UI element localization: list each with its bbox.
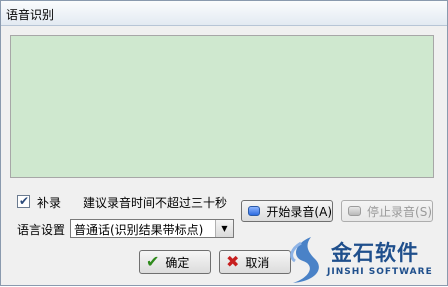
title-bar[interactable]: 语音识别 xyxy=(1,1,447,26)
stop-recording-button[interactable]: 停止录音(S) xyxy=(341,200,433,222)
chevron-down-icon[interactable]: ▼ xyxy=(215,220,233,237)
cancel-label: 取消 xyxy=(245,255,270,270)
ok-button[interactable]: ✔ 确定 xyxy=(139,250,211,274)
close-icon: ✖ xyxy=(226,252,240,271)
brand-watermark: 金石软件 JINSHI SOFTWARE xyxy=(279,231,448,287)
supplement-checkbox[interactable]: ✔ xyxy=(17,194,30,208)
recording-hint: 建议录音时间不超过三十秒 xyxy=(83,196,228,210)
window-title: 语音识别 xyxy=(6,8,55,22)
language-label: 语言设置 xyxy=(17,223,66,237)
language-select[interactable]: 普通话(识别结果带标点) ▼ xyxy=(70,219,234,238)
stop-icon xyxy=(348,206,362,216)
supplement-label: 补录 xyxy=(37,196,62,210)
checkmark-icon: ✔ xyxy=(19,194,30,208)
record-icon xyxy=(248,206,261,216)
brand-logo-icon xyxy=(290,237,319,283)
speech-recognition-dialog: 语音识别 ✔ 补录 建议录音时间不超过三十秒 开始录音(A) 停止录音(S) 语… xyxy=(0,0,448,286)
start-recording-button[interactable]: 开始录音(A) xyxy=(241,200,333,222)
recognition-text-area[interactable] xyxy=(10,35,434,178)
stop-recording-label: 停止录音(S) xyxy=(367,204,432,219)
start-recording-label: 开始录音(A) xyxy=(266,204,332,219)
brand-name-en: JINSHI SOFTWARE xyxy=(327,267,433,277)
language-select-value: 普通话(识别结果带标点) xyxy=(74,223,204,237)
brand-name-cn: 金石软件 xyxy=(331,241,419,265)
ok-label: 确定 xyxy=(165,255,190,270)
check-icon: ✔ xyxy=(146,252,160,271)
